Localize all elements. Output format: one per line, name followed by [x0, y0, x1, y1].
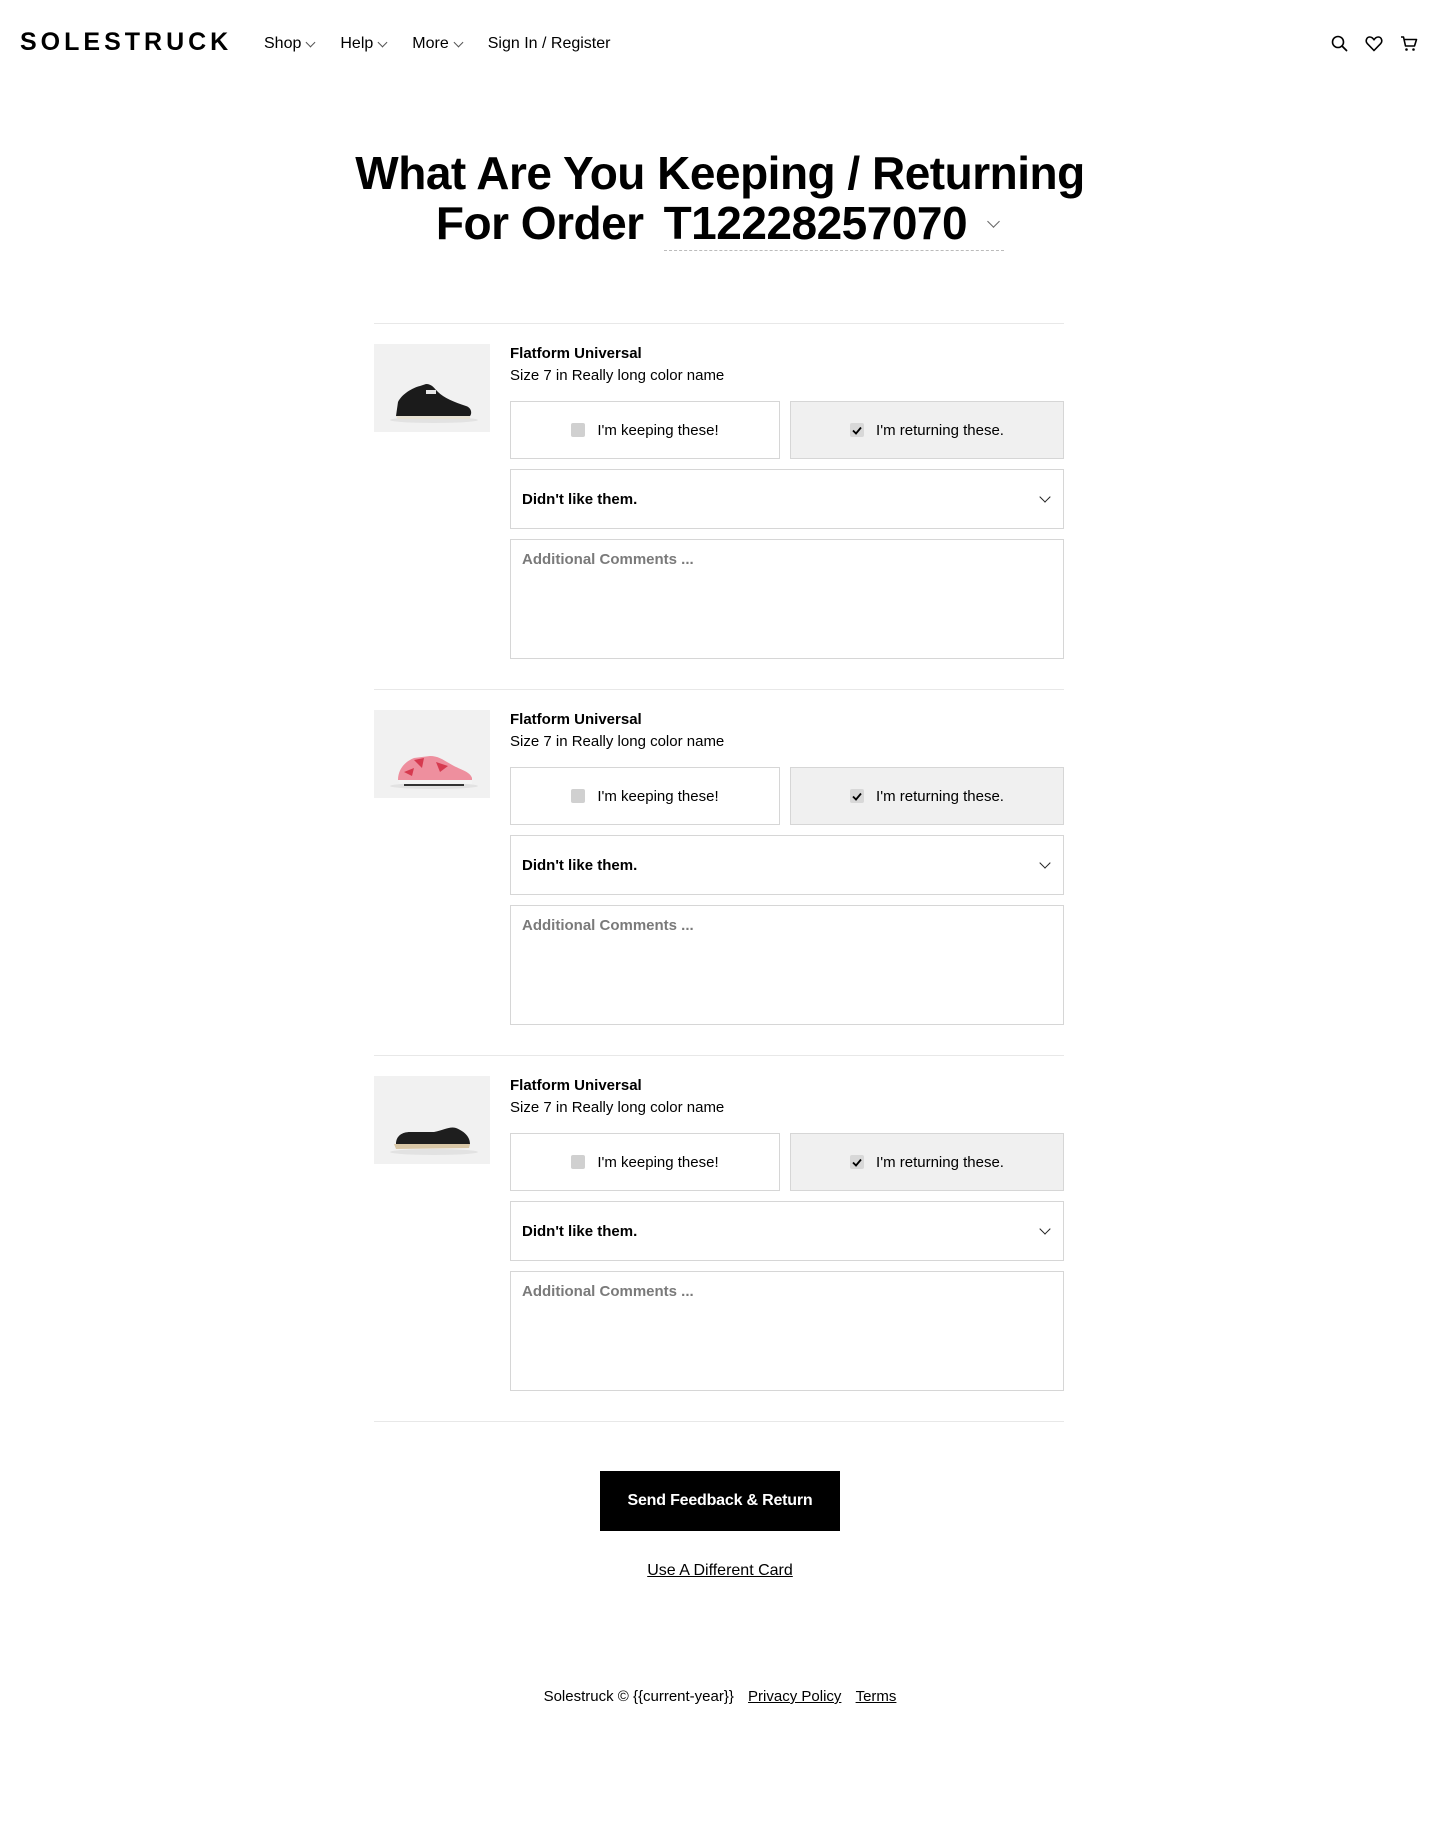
return-reason-select[interactable]: Didn't like them. — [510, 469, 1064, 529]
nav-label: More — [412, 35, 449, 52]
item-details: Flatform Universal Size 7 in Really long… — [510, 1076, 1064, 1391]
return-label: I'm returning these. — [876, 421, 1004, 439]
checkmark-icon — [852, 792, 862, 801]
keep-option[interactable]: I'm keeping these! — [510, 1133, 780, 1191]
checkmark-icon — [852, 426, 862, 435]
product-name: Flatform Universal — [510, 1077, 642, 1094]
alt-card-link-wrap: Use A Different Card — [0, 1562, 1440, 1580]
keep-option[interactable]: I'm keeping these! — [510, 401, 780, 459]
keep-checkbox[interactable] — [571, 423, 586, 437]
chevron-down-icon — [987, 214, 1000, 228]
product-thumbnail[interactable] — [374, 1076, 490, 1164]
keep-label: I'm keeping these! — [597, 421, 719, 439]
return-checkbox[interactable] — [850, 789, 865, 803]
product-thumbnail[interactable] — [374, 710, 490, 798]
slip-on-shoe-image — [374, 1076, 490, 1164]
nav-item-more[interactable]: More — [412, 34, 464, 54]
use-different-card-link[interactable]: Use A Different Card — [647, 1562, 793, 1579]
product-name: Flatform Universal — [510, 345, 642, 362]
return-option[interactable]: I'm returning these. — [790, 401, 1064, 459]
return-reason-value: Didn't like them. — [522, 490, 638, 508]
keep-return-choice: I'm keeping these! I'm returning these. — [510, 401, 1064, 459]
site-logo[interactable]: SOLESTRUCK — [20, 28, 232, 56]
title-line-1: What Are You Keeping / Returning — [355, 147, 1085, 199]
additional-comments-field[interactable] — [510, 539, 1064, 659]
checkmark-icon — [852, 1158, 862, 1167]
return-item: Flatform Universal Size 7 in Really long… — [374, 1056, 1064, 1421]
header-icons — [1315, 32, 1420, 54]
item-details: Flatform Universal Size 7 in Really long… — [510, 344, 1064, 659]
return-checkbox[interactable] — [850, 423, 865, 437]
copyright-text: Solestruck © {{current-year}} — [543, 1688, 734, 1705]
site-footer: Solestruck © {{current-year}} Privacy Po… — [0, 1688, 1440, 1705]
return-reason-value: Didn't like them. — [522, 856, 638, 874]
heart-icon[interactable] — [1363, 32, 1385, 54]
nav-label: Sign In / Register — [487, 35, 611, 52]
chevron-down-icon — [1039, 491, 1051, 503]
sneaker-black-image — [374, 344, 490, 432]
chevron-down-icon — [377, 37, 388, 47]
product-size: Size 7 in Really long color name — [510, 367, 725, 384]
page-title: What Are You Keeping / Returning For Ord… — [0, 148, 1440, 251]
privacy-policy-link[interactable]: Privacy Policy — [748, 1688, 841, 1705]
product-size: Size 7 in Really long color name — [510, 733, 725, 750]
keep-checkbox[interactable] — [571, 789, 586, 803]
chevron-down-icon — [453, 37, 464, 47]
return-reason-select[interactable]: Didn't like them. — [510, 835, 1064, 895]
return-item: Flatform Universal Size 7 in Really long… — [374, 690, 1064, 1055]
nav-item-help[interactable]: Help — [340, 34, 388, 54]
nav-item-shop[interactable]: Shop — [264, 34, 316, 54]
return-checkbox[interactable] — [850, 1155, 865, 1169]
chevron-down-icon — [1039, 857, 1051, 869]
title-line-2: For Order T12228257070 — [0, 198, 1440, 251]
return-option[interactable]: I'm returning these. — [790, 1133, 1064, 1191]
return-label: I'm returning these. — [876, 787, 1004, 805]
return-label: I'm returning these. — [876, 1153, 1004, 1171]
cart-icon[interactable] — [1398, 32, 1420, 54]
return-reason-value: Didn't like them. — [522, 1222, 638, 1240]
sneaker-pink-image — [374, 710, 490, 798]
additional-comments-field[interactable] — [510, 1271, 1064, 1391]
product-thumbnail[interactable] — [374, 344, 490, 432]
return-reason-select[interactable]: Didn't like them. — [510, 1201, 1064, 1261]
divider — [374, 1421, 1064, 1422]
product-name: Flatform Universal — [510, 711, 642, 728]
additional-comments-field[interactable] — [510, 905, 1064, 1025]
keep-label: I'm keeping these! — [597, 787, 719, 805]
item-details: Flatform Universal Size 7 in Really long… — [510, 710, 1064, 1025]
keep-checkbox[interactable] — [571, 1155, 586, 1169]
order-select[interactable]: T12228257070 — [663, 197, 1005, 251]
nav-item-sign-in[interactable]: Sign In / Register — [488, 34, 611, 54]
search-icon[interactable] — [1328, 32, 1350, 54]
return-items-list: Flatform Universal Size 7 in Really long… — [374, 323, 1064, 1422]
site-header: SOLESTRUCK Shop Help More Sign In / Regi… — [0, 0, 1440, 88]
nav-label: Help — [340, 35, 374, 52]
return-option[interactable]: I'm returning these. — [790, 767, 1064, 825]
main-nav: Shop Help More Sign In / Register — [264, 34, 636, 54]
keep-label: I'm keeping these! — [597, 1153, 719, 1171]
title-prefix: For Order — [435, 197, 644, 249]
keep-return-choice: I'm keeping these! I'm returning these. — [510, 767, 1064, 825]
send-feedback-return-button[interactable]: Send Feedback & Return — [600, 1471, 840, 1531]
product-size: Size 7 in Really long color name — [510, 1099, 725, 1116]
nav-label: Shop — [264, 35, 302, 52]
chevron-down-icon — [305, 37, 316, 47]
return-item: Flatform Universal Size 7 in Really long… — [374, 324, 1064, 689]
keep-return-choice: I'm keeping these! I'm returning these. — [510, 1133, 1064, 1191]
chevron-down-icon — [1039, 1223, 1051, 1235]
order-number: T12228257070 — [663, 197, 968, 249]
terms-link[interactable]: Terms — [856, 1688, 897, 1705]
keep-option[interactable]: I'm keeping these! — [510, 767, 780, 825]
